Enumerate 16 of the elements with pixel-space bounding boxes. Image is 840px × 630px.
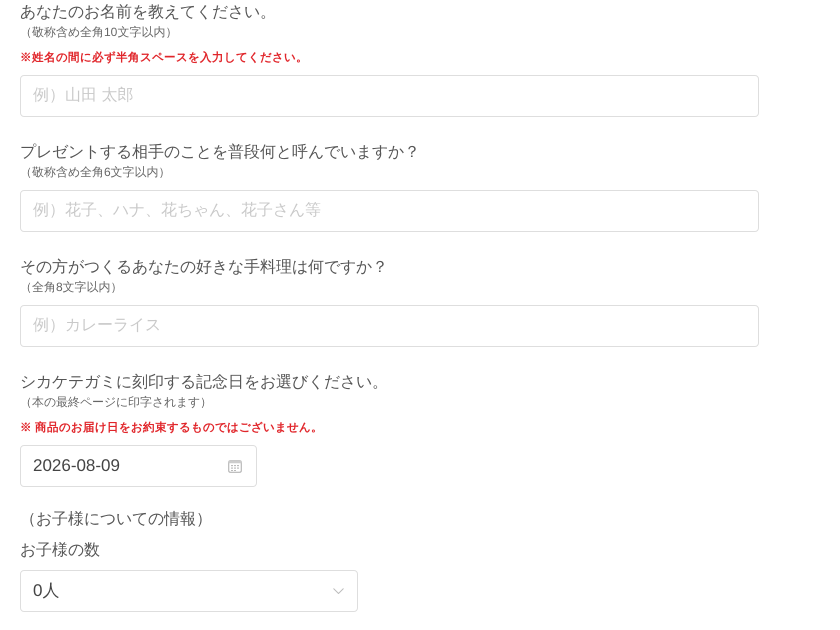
field-note: （敬称含め全角10文字以内） [20,24,178,41]
calendar-icon[interactable] [228,459,242,473]
field-note: （本の最終ページに印字されます） [20,394,212,411]
chevron-down-icon [333,588,344,594]
field-note: （全角8文字以内） [20,279,123,296]
field-note: （敬称含め全角6文字以内） [20,164,171,181]
warning-note: ※姓名の間に必ず半角スペースを入力してください。 [20,50,308,66]
select-dropdown[interactable]: 0人 [20,570,358,612]
field-label: その方がつくるあなたの好きな手料理は何ですか？ [20,258,388,278]
warning-note: ※ 商品のお届け日をお約束するものではございません。 [20,420,324,436]
field-label: プレゼントする相手のことを普段何と呼んでいますか？ [20,143,420,163]
field-label: シカケテガミに刻印する記念日をお選びください。 [20,373,388,393]
field-label: あなたのお名前を教えてください。 [20,3,276,23]
field-label: お子様の数 [20,541,100,561]
section-heading: （お子様についての情報） [20,510,212,530]
date-input[interactable]: 2026-08-09 [20,445,257,487]
